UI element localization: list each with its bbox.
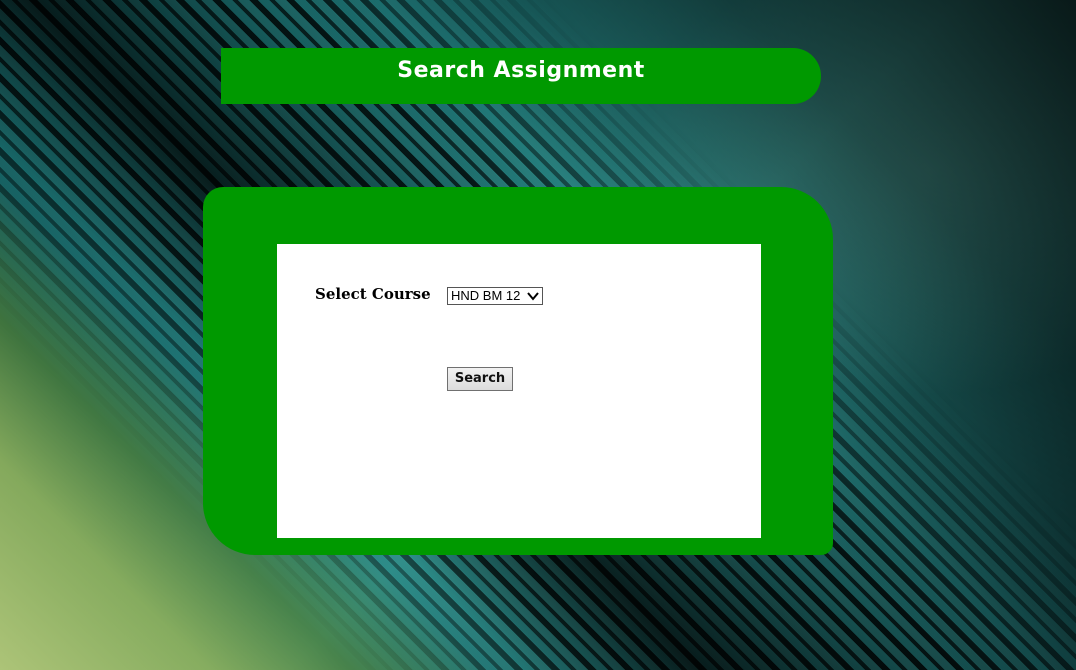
page-title: Search Assignment bbox=[397, 58, 645, 83]
chevron-down-icon bbox=[527, 292, 539, 301]
search-panel: Select Course HND BM 12 Search bbox=[203, 187, 833, 555]
course-select[interactable]: HND BM 12 bbox=[447, 287, 543, 305]
course-select-value: HND BM 12 bbox=[451, 288, 521, 303]
course-label: Select Course bbox=[315, 285, 431, 303]
page-header: Search Assignment bbox=[221, 48, 821, 104]
search-form: Select Course HND BM 12 Search bbox=[277, 244, 761, 538]
search-button[interactable]: Search bbox=[447, 367, 513, 391]
